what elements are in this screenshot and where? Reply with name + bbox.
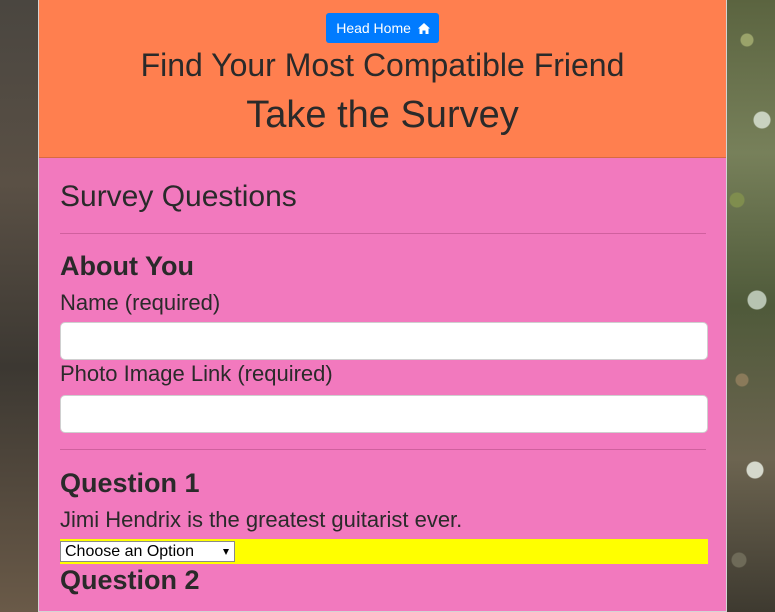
head-home-label: Head Home [336,20,411,36]
question-1-heading: Question 1 [60,468,200,498]
name-input[interactable] [60,322,708,360]
head-home-button[interactable]: Head Home [326,13,439,43]
photo-link-label: Photo Image Link (required) [60,361,333,386]
home-icon [417,23,430,34]
page-title: Find Your Most Compatible Friend [140,47,625,83]
name-label: Name (required) [60,290,221,315]
background-photo-left [0,0,38,612]
survey-questions-heading: Survey Questions [60,158,706,234]
photo-link-input[interactable] [60,395,708,433]
question-2-heading: Question 2 [60,565,200,595]
survey-panel: Head Home Find Your Most Compatible Frie… [38,0,727,612]
page-subtitle: Take the Survey [246,94,519,136]
panel-header: Head Home Find Your Most Compatible Frie… [39,0,726,158]
dropdown-arrow-icon [223,549,229,555]
question-1-selected-option: Choose an Option [65,543,194,560]
question-1-answer-row: Choose an Option [60,539,708,564]
survey-body: Survey Questions About You Name (require… [39,158,726,595]
question-1-select[interactable]: Choose an Option [60,541,235,562]
background-photo-right [727,0,775,612]
about-you-heading: About You [60,251,194,281]
question-1-text: Jimi Hendrix is the greatest guitarist e… [60,507,463,532]
